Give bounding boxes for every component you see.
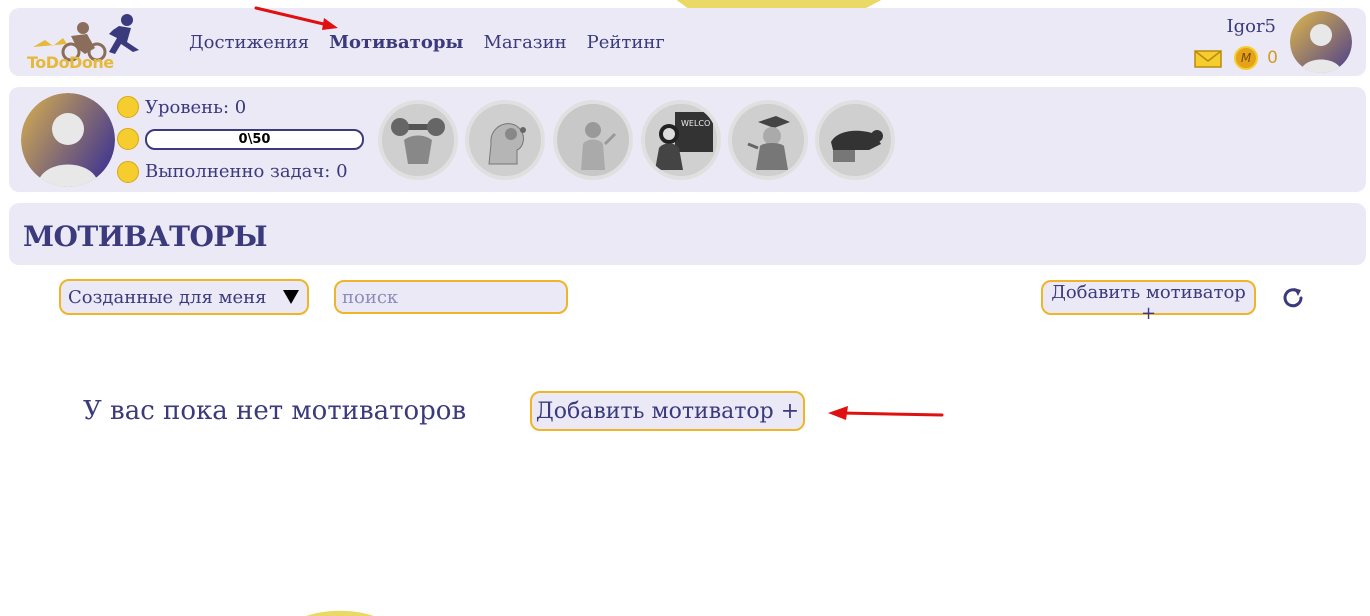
cat-achievement[interactable] <box>815 100 895 180</box>
empty-state-message: У вас пока нет мотиваторов <box>83 396 467 426</box>
tasks-text: Выполненно задач: 0 <box>145 161 348 182</box>
nav-achievements[interactable]: Достижения <box>189 32 309 53</box>
xp-progress-bar: 0\50 <box>145 129 364 150</box>
add-motivator-button[interactable]: Добавить мотиватор + <box>1041 280 1256 324</box>
refresh-icon[interactable] <box>1280 285 1306 311</box>
add-motivator-button-center[interactable]: Добавить мотиватор + <box>530 391 805 431</box>
coin-icon: M <box>1234 46 1258 70</box>
avatar[interactable] <box>1290 11 1352 73</box>
profile-avatar[interactable] <box>21 93 115 187</box>
annotation-arrow-center <box>828 406 944 420</box>
level-text: Уровень: 0 <box>145 97 247 118</box>
level-icon <box>117 96 139 118</box>
filter-selected-value: Созданные для меня <box>68 287 267 308</box>
nav-motivators[interactable]: Мотиваторы <box>329 32 463 53</box>
star-icon <box>117 128 139 150</box>
filter-select[interactable]: Созданные для меня <box>59 279 309 315</box>
profile-panel: Уровень: 0 0\50 Выполненно задач: 0 WELC… <box>9 87 1366 192</box>
nav-rating[interactable]: Рейтинг <box>587 32 665 53</box>
search-input[interactable] <box>334 280 568 314</box>
page-title: МОТИВАТОРЫ <box>23 220 268 253</box>
tasks-icon <box>117 161 139 183</box>
mail-icon[interactable] <box>1194 50 1222 68</box>
decorative-blob-bottom <box>306 610 374 616</box>
username[interactable]: Igor5 <box>1226 16 1276 37</box>
brain-achievement[interactable] <box>465 100 545 180</box>
teacher-achievement[interactable]: WELCO <box>641 100 721 180</box>
graduate-achievement[interactable] <box>728 100 808 180</box>
muscle-achievement[interactable] <box>378 100 458 180</box>
coin-count: 0 <box>1267 48 1278 68</box>
speaker-achievement[interactable] <box>553 100 633 180</box>
title-bar: МОТИВАТОРЫ <box>9 203 1366 265</box>
logo-text: ToDoDone <box>27 53 114 72</box>
top-nav: ToDoDone Достижения Мотиваторы Магазин Р… <box>9 8 1366 76</box>
nav-shop[interactable]: Магазин <box>483 32 566 53</box>
chevron-down-icon <box>283 290 299 304</box>
nav-links: Достижения Мотиваторы Магазин Рейтинг <box>189 32 665 53</box>
svg-text:WELCO: WELCO <box>681 119 710 128</box>
